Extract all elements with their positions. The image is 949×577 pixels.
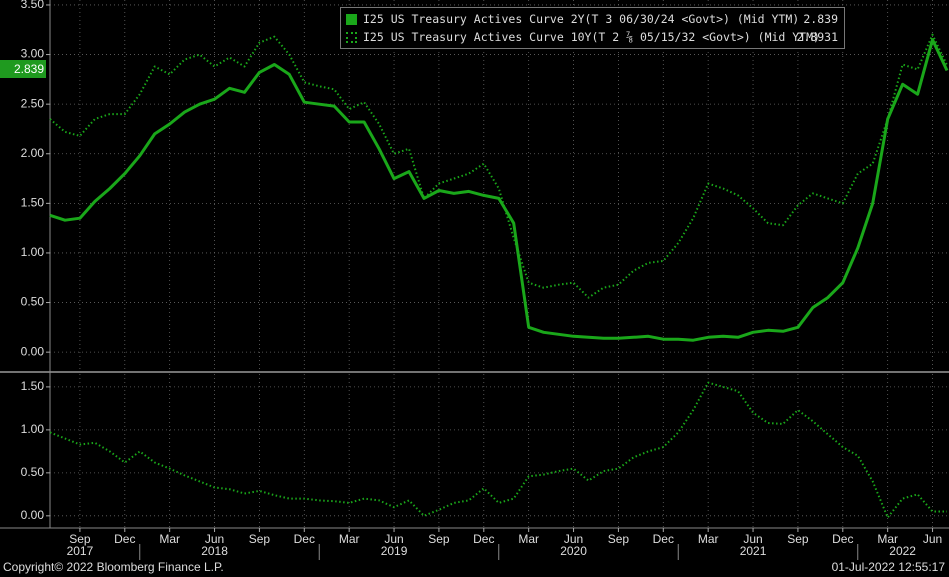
y-tick-label-upper: 0.00	[21, 344, 45, 358]
solid-line-swatch-icon	[346, 13, 357, 25]
y-tick-label-upper: 2.50	[21, 96, 45, 110]
x-month-label: Sep	[787, 532, 809, 546]
legend-value-10y: 2.8931	[796, 30, 838, 44]
y-tick-label-lower: 1.00	[21, 422, 45, 436]
x-year-label: 2019	[381, 544, 408, 558]
y-tick-label-upper: 0.50	[21, 295, 45, 309]
timestamp-text: 01-Jul-2022 12:55:17	[831, 560, 945, 574]
x-year-label: 2021	[740, 544, 767, 558]
x-month-label: Sep	[249, 532, 271, 546]
legend-value-2y: 2.839	[803, 12, 838, 26]
x-month-label: Mar	[518, 532, 539, 546]
x-year-label: 2022	[889, 544, 916, 558]
upper-plot-area	[50, 0, 949, 370]
legend-entry-10y[interactable]: I25 US Treasury Actives Curve 10Y(T 2 ⅞ …	[346, 29, 820, 45]
legend-label-2y: I25 US Treasury Actives Curve 2Y(T 3 06/…	[363, 12, 800, 26]
x-year-label: 2017	[67, 544, 94, 558]
y-tick-label-upper: 3.00	[21, 47, 45, 61]
y-tick-label-lower: 0.00	[21, 508, 45, 522]
y-tick-label-upper: 3.50	[21, 0, 45, 11]
x-month-label: Dec	[653, 532, 674, 546]
chart-canvas: Sep Dec Mar Jun Sep Dec Mar Jun Sep Dec Mar Jun Sep D…	[0, 0, 949, 560]
y-tick-label-lower: 0.50	[21, 465, 45, 479]
x-year-label: 2018	[201, 544, 228, 558]
x-month-label: Dec	[294, 532, 315, 546]
legend: I25 US Treasury Actives Curve 2Y(T 3 06/…	[340, 7, 845, 49]
chart-root: Sep Dec Mar Jun Sep Dec Mar Jun Sep Dec Mar Jun Sep D…	[0, 0, 949, 577]
y-tick-label-upper: 2.00	[21, 146, 45, 160]
lower-plot-area	[50, 374, 949, 527]
x-month-label: Jun	[923, 532, 942, 546]
y-tick-label-lower: 1.50	[21, 379, 45, 393]
x-month-label: Dec	[473, 532, 494, 546]
x-month-label: Dec	[114, 532, 135, 546]
x-month-label: Sep	[608, 532, 630, 546]
x-year-label: 2020	[560, 544, 587, 558]
last-value-tag: 2.839	[0, 60, 46, 78]
copyright-text: Copyright© 2022 Bloomberg Finance L.P.	[3, 560, 224, 574]
x-month-label: Sep	[428, 532, 450, 546]
x-month-label: Dec	[832, 532, 853, 546]
x-month-label: Mar	[339, 532, 360, 546]
legend-entry-2y[interactable]: I25 US Treasury Actives Curve 2Y(T 3 06/…	[346, 11, 799, 27]
x-month-label: Mar	[159, 532, 180, 546]
y-tick-label-upper: 1.50	[21, 196, 45, 210]
dotted-line-swatch-icon	[346, 31, 357, 43]
legend-label-10y: I25 US Treasury Actives Curve 10Y(T 2 ⅞ …	[363, 30, 820, 44]
y-tick-label-upper: 1.00	[21, 245, 45, 259]
x-month-label: Mar	[698, 532, 719, 546]
